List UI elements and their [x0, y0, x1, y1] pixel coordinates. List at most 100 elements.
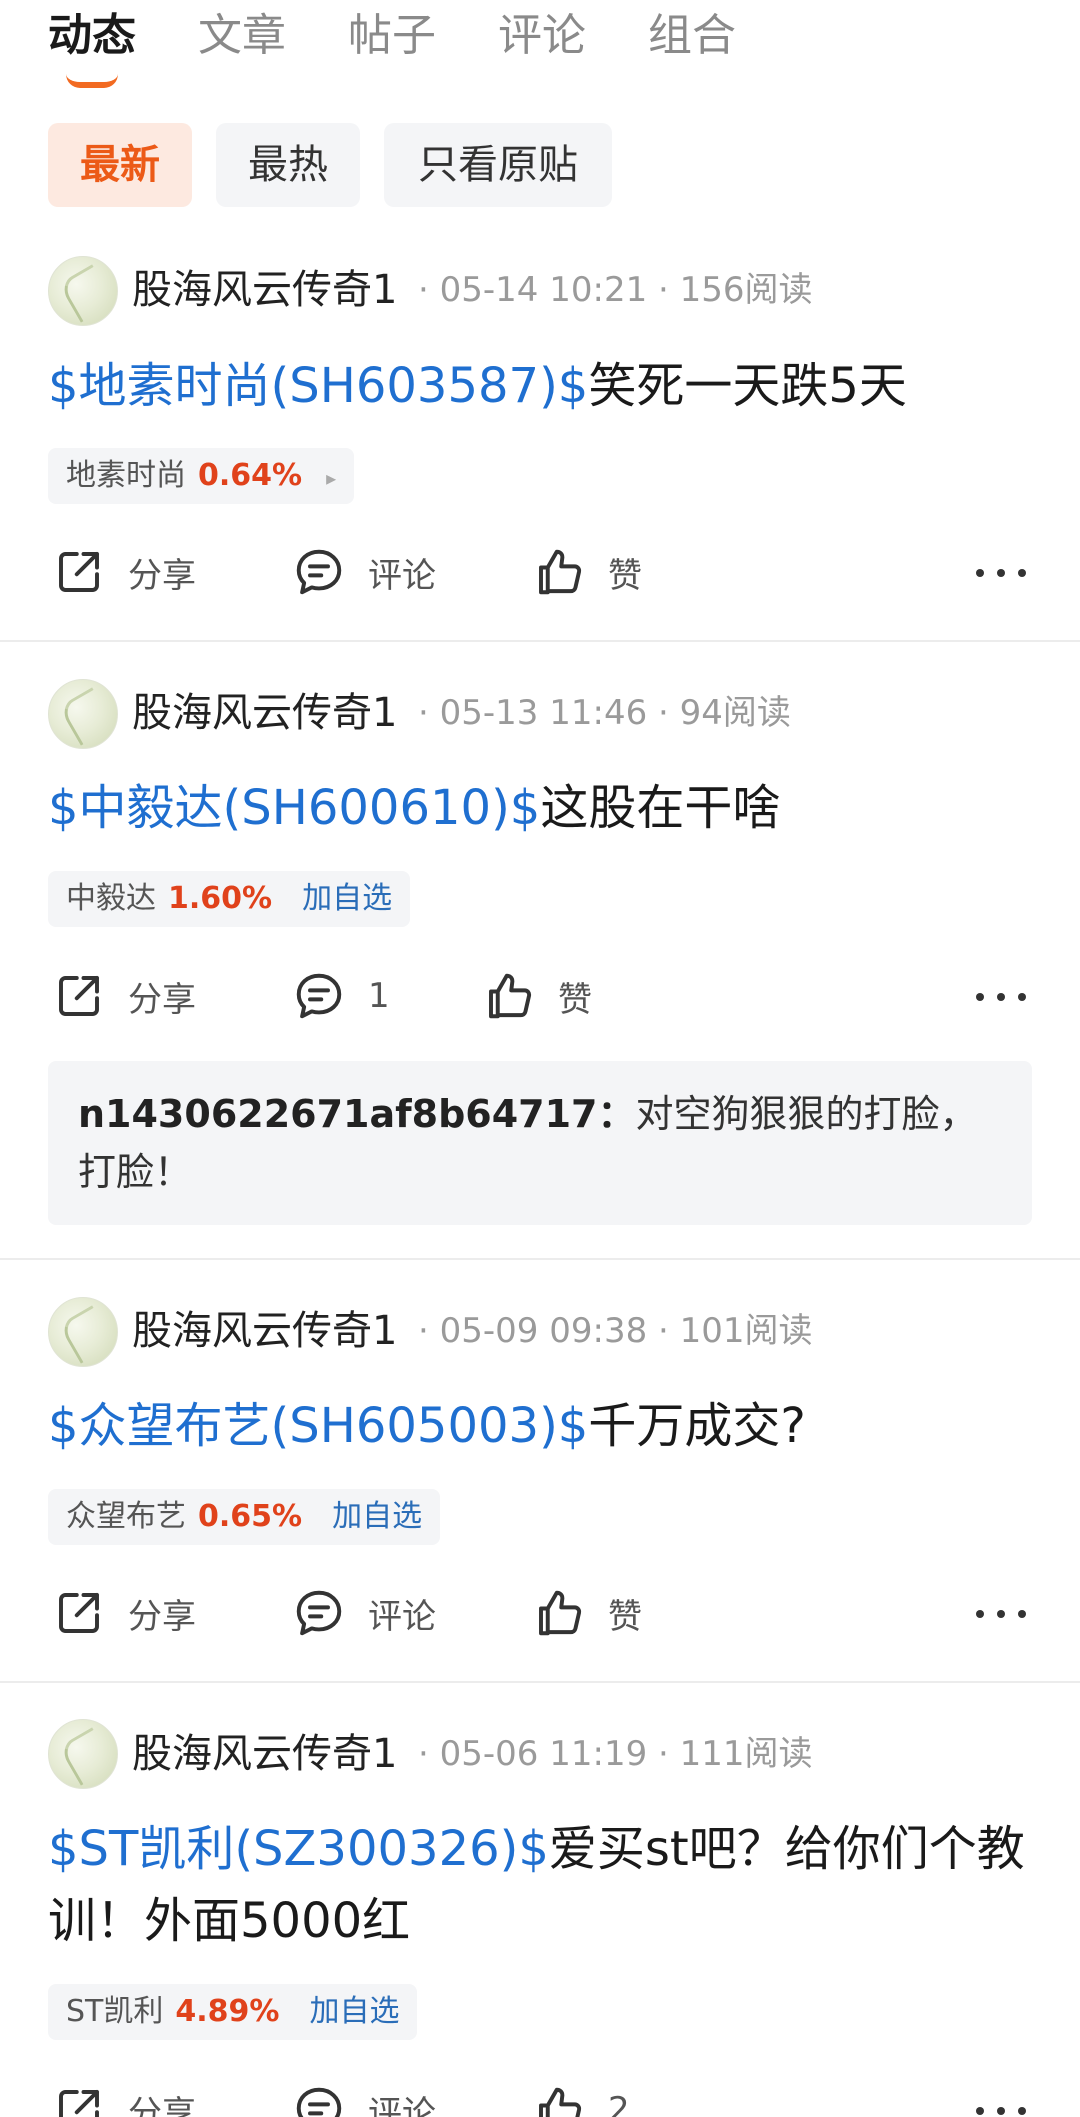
- add-watchlist-button[interactable]: 加自选: [309, 1994, 399, 2029]
- like-button[interactable]: 赞: [532, 542, 642, 602]
- author-name[interactable]: 股海风云传奇1: [132, 683, 397, 743]
- post-text: 笑死一天跌5天: [588, 358, 907, 414]
- post-time: 05-06 11:19: [439, 1734, 648, 1774]
- post-time: 05-14 10:21: [439, 270, 648, 310]
- post-content[interactable]: $中毅达(SH600610)$这股在干啥: [48, 772, 1038, 844]
- filter-original-only[interactable]: 只看原贴: [384, 123, 612, 207]
- like-button[interactable]: 赞: [482, 966, 592, 1026]
- add-watchlist-button[interactable]: 加自选: [302, 881, 392, 916]
- comment-label: 评论: [368, 2093, 436, 2117]
- stock-name: 众望布艺: [66, 1499, 186, 1534]
- like-label: 赞: [608, 555, 642, 596]
- stock-link[interactable]: $地素时尚(SH603587)$: [48, 358, 588, 414]
- hot-comment[interactable]: n1430622671af8b64717：对空狗狠狠的打脸，打脸！: [48, 1061, 1032, 1225]
- share-label: 分享: [128, 555, 196, 596]
- stock-change: 0.64%: [198, 458, 303, 493]
- stock-tag[interactable]: 众望布艺 0.65% 加自选: [48, 1489, 441, 1545]
- like-count: 2: [608, 2090, 630, 2117]
- comment-icon: [296, 549, 342, 595]
- stock-tag[interactable]: ST凯利 4.89% 加自选: [48, 1984, 418, 2040]
- thumbs-up-icon: [539, 1590, 582, 1636]
- post-content[interactable]: $地素时尚(SH603587)$笑死一天跌5天: [48, 350, 1038, 422]
- divider: [0, 1258, 1080, 1260]
- like-button[interactable]: 2: [532, 2080, 630, 2117]
- filter-hottest[interactable]: 最热: [216, 123, 360, 207]
- thumbs-up-icon: [539, 549, 582, 595]
- stock-name: ST凯利: [66, 1994, 164, 2029]
- comment-user[interactable]: n1430622671af8b64717：: [78, 1092, 635, 1136]
- share-button[interactable]: 分享: [52, 966, 196, 1026]
- post-content[interactable]: $众望布艺(SH605003)$千万成交?: [48, 1390, 1038, 1462]
- divider: [0, 640, 1080, 642]
- tab-posts[interactable]: 帖子: [348, 6, 436, 66]
- post-text: 这股在干啥: [540, 780, 781, 836]
- tab-portfolios[interactable]: 组合: [648, 6, 736, 66]
- avatar[interactable]: [48, 1719, 118, 1789]
- share-label: 分享: [128, 2093, 196, 2117]
- share-icon: [59, 552, 99, 592]
- more-icon[interactable]: [976, 563, 1026, 583]
- share-button[interactable]: 分享: [52, 1583, 196, 1643]
- play-icon: ▸: [326, 466, 337, 490]
- post-meta: · 05-09 09:38 · 101阅读: [418, 1311, 813, 1351]
- read-count: 156阅读: [679, 270, 813, 310]
- post-text: 千万成交?: [588, 1398, 806, 1454]
- stock-name: 中毅达: [66, 881, 156, 916]
- post-meta: · 05-06 11:19 · 111阅读: [418, 1734, 813, 1774]
- avatar[interactable]: [48, 1297, 118, 1367]
- active-tab-indicator: [66, 74, 118, 88]
- share-label: 分享: [128, 979, 196, 1020]
- share-icon: [59, 976, 99, 1016]
- stock-change: 0.65%: [198, 1499, 303, 1534]
- tab-comments[interactable]: 评论: [498, 6, 586, 66]
- top-tab-bar: 动态 文章 帖子 评论 组合: [0, 0, 1080, 100]
- like-label: 赞: [558, 979, 592, 1020]
- more-icon[interactable]: [976, 2101, 1026, 2117]
- read-count: 101阅读: [679, 1311, 813, 1351]
- avatar[interactable]: [48, 679, 118, 749]
- comment-icon: [296, 2087, 342, 2117]
- post-meta: · 05-14 10:21 · 156阅读: [418, 270, 813, 310]
- author-name[interactable]: 股海风云传奇1: [132, 260, 397, 320]
- share-button[interactable]: 分享: [52, 2080, 196, 2117]
- post-time: 05-13 11:46: [439, 693, 648, 733]
- post-content[interactable]: $ST凯利(SZ300326)$爱买st吧？给你们个教训！外面5000红: [48, 1813, 1038, 1957]
- like-button[interactable]: 赞: [532, 1583, 642, 1643]
- comment-icon: [296, 1590, 342, 1636]
- post-meta: · 05-13 11:46 · 94阅读: [418, 693, 791, 733]
- share-icon: [59, 2090, 99, 2117]
- comment-icon: [296, 973, 342, 1019]
- avatar[interactable]: [48, 256, 118, 326]
- comment-label: 评论: [368, 1596, 436, 1637]
- add-watchlist-button[interactable]: 加自选: [332, 1499, 422, 1534]
- author-name[interactable]: 股海风云传奇1: [132, 1301, 397, 1361]
- stock-name: 地素时尚: [66, 458, 186, 493]
- stock-change: 1.60%: [168, 881, 273, 916]
- stock-tag[interactable]: 地素时尚 0.64% ▸: [48, 448, 355, 504]
- comment-button[interactable]: 评论: [292, 2080, 436, 2117]
- divider: [0, 1681, 1080, 1683]
- thumbs-up-icon: [489, 973, 532, 1019]
- stock-link[interactable]: $中毅达(SH600610)$: [48, 780, 540, 836]
- tab-articles[interactable]: 文章: [198, 6, 286, 66]
- stock-link[interactable]: $ST凯利(SZ300326)$: [48, 1821, 549, 1877]
- comment-button[interactable]: 评论: [292, 542, 436, 602]
- tab-dynamics[interactable]: 动态: [48, 6, 136, 66]
- share-button[interactable]: 分享: [52, 542, 196, 602]
- comment-button[interactable]: 1: [292, 966, 390, 1026]
- comment-count: 1: [368, 976, 390, 1016]
- stock-tag[interactable]: 中毅达 1.60% 加自选: [48, 871, 411, 927]
- more-icon[interactable]: [976, 1604, 1026, 1624]
- share-label: 分享: [128, 1596, 196, 1637]
- author-name[interactable]: 股海风云传奇1: [132, 1724, 397, 1784]
- like-label: 赞: [608, 1596, 642, 1637]
- post-time: 05-09 09:38: [439, 1311, 648, 1351]
- share-icon: [59, 1593, 99, 1633]
- more-icon[interactable]: [976, 987, 1026, 1007]
- filter-latest[interactable]: 最新: [48, 123, 192, 207]
- comment-button[interactable]: 评论: [292, 1583, 436, 1643]
- read-count: 94阅读: [679, 693, 791, 733]
- stock-link[interactable]: $众望布艺(SH605003)$: [48, 1398, 588, 1454]
- read-count: 111阅读: [679, 1734, 813, 1774]
- stock-change: 4.89%: [175, 1994, 280, 2029]
